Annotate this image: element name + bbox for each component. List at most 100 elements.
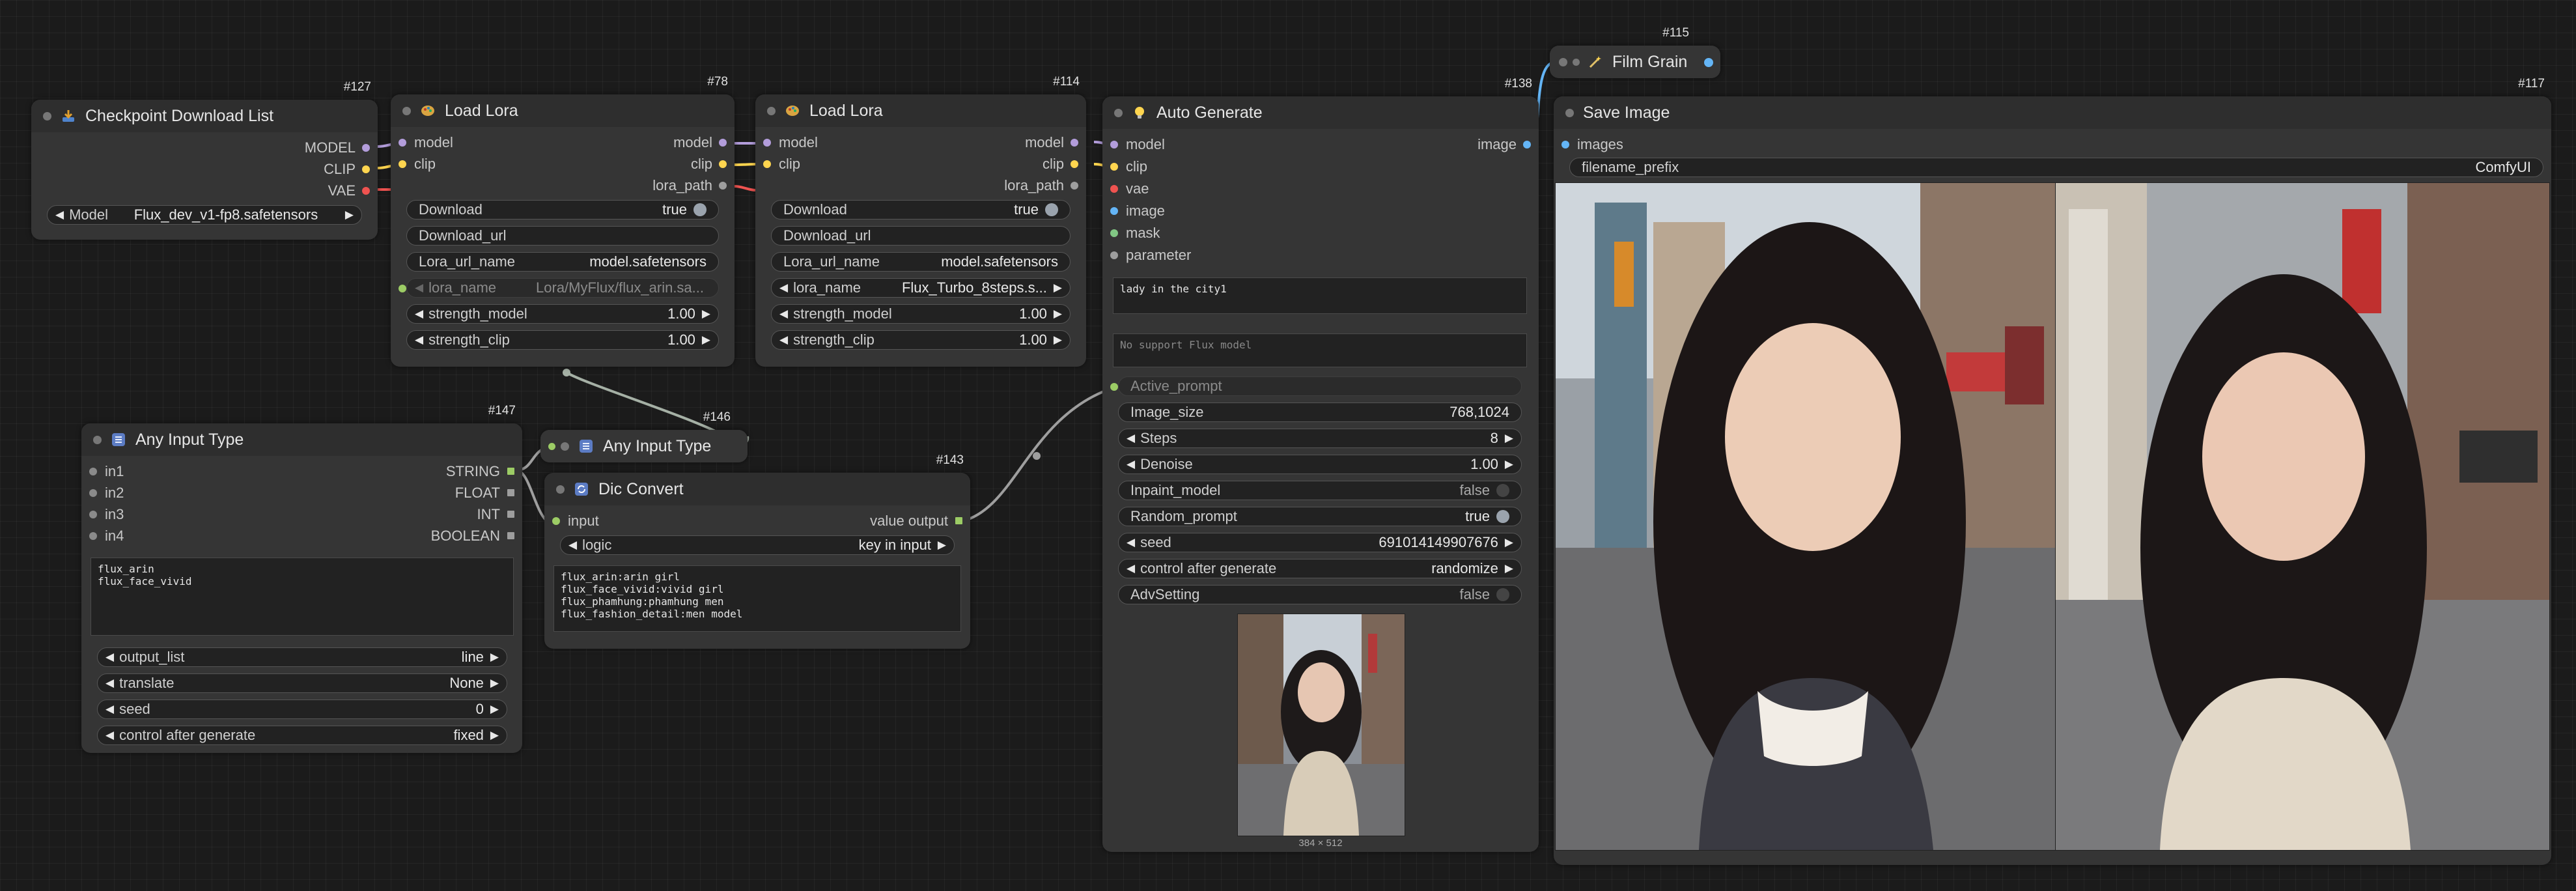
input-clip[interactable]: clip: [755, 154, 800, 175]
input-image[interactable]: image: [1102, 201, 1165, 221]
slot-dot-icon[interactable]: [1110, 251, 1118, 259]
arrow-right-icon[interactable]: ▶: [702, 307, 710, 320]
output-dot-icon[interactable]: [1703, 57, 1714, 68]
slot-grid-icon[interactable]: [507, 532, 514, 539]
node-load-lora-78[interactable]: #78 Load Lora model clip model clip lora…: [391, 75, 735, 367]
arrow-left-icon[interactable]: ◀: [55, 208, 64, 221]
output-clip[interactable]: CLIP: [324, 159, 378, 180]
input-vae[interactable]: vae: [1102, 178, 1149, 199]
collapse-dot-icon[interactable]: [767, 106, 776, 115]
arrow-left-icon[interactable]: ◀: [415, 307, 423, 320]
output-lora-path[interactable]: lora_path: [652, 175, 735, 196]
arrow-right-icon[interactable]: ▶: [702, 333, 710, 346]
preview-image[interactable]: [1237, 614, 1405, 836]
node-title-bar[interactable]: Load Lora: [391, 94, 735, 127]
arrow-left-icon[interactable]: ◀: [779, 333, 788, 346]
toggle-knob-icon[interactable]: [1045, 203, 1058, 216]
input-model[interactable]: model: [755, 132, 818, 153]
slot-dot-icon[interactable]: [719, 182, 727, 190]
node-any-input-146[interactable]: #146 Any Input Type: [540, 410, 748, 462]
output-float[interactable]: FLOAT: [455, 483, 522, 503]
arrow-left-icon[interactable]: ◀: [1127, 458, 1135, 471]
arrow-left-icon[interactable]: ◀: [105, 729, 114, 742]
toggle-knob-icon[interactable]: [693, 203, 707, 216]
node-title-bar[interactable]: Any Input Type: [81, 423, 522, 456]
output-model[interactable]: MODEL: [305, 137, 378, 158]
arrow-left-icon[interactable]: ◀: [105, 651, 114, 664]
collapse-dot-icon[interactable]: [561, 442, 569, 451]
collapse-dot-icon[interactable]: [1573, 58, 1580, 66]
strength-model-number[interactable]: ◀ strength_model 1.00 ▶: [406, 304, 719, 324]
slot-dot-icon[interactable]: [399, 160, 406, 168]
input-dot-icon[interactable]: [1559, 57, 1567, 66]
prompt-textarea[interactable]: lady in the city1: [1113, 277, 1527, 314]
arrow-right-icon[interactable]: ▶: [490, 677, 499, 690]
arrow-right-icon[interactable]: ▶: [1505, 562, 1513, 575]
steps-number[interactable]: ◀ Steps 8 ▶: [1118, 429, 1522, 448]
output-list-combo[interactable]: ◀ output_list line ▶: [97, 647, 507, 667]
collapse-dot-icon[interactable]: [402, 106, 411, 115]
arrow-left-icon[interactable]: ◀: [415, 333, 423, 346]
arrow-left-icon[interactable]: ◀: [105, 677, 114, 690]
slot-dot-icon[interactable]: [89, 489, 97, 497]
slot-dot-icon[interactable]: [362, 187, 370, 195]
node-title-bar[interactable]: Auto Generate: [1102, 96, 1539, 129]
denoise-number[interactable]: ◀ Denoise 1.00 ▶: [1118, 455, 1522, 474]
arrow-left-icon[interactable]: ◀: [1127, 562, 1135, 575]
negative-prompt-textarea[interactable]: No support Flux model: [1113, 333, 1527, 367]
node-title-bar[interactable]: Film Grain: [1550, 46, 1720, 78]
slot-grid-icon[interactable]: [507, 468, 514, 475]
control-after-generate-combo[interactable]: ◀ control after generate fixed ▶: [97, 726, 507, 745]
arrow-right-icon[interactable]: ▶: [1054, 333, 1062, 346]
output-lora-path[interactable]: lora_path: [1004, 175, 1086, 196]
arrow-right-icon[interactable]: ▶: [490, 703, 499, 716]
arrow-right-icon[interactable]: ▶: [490, 651, 499, 664]
download-url-field[interactable]: Download_url: [771, 226, 1071, 246]
adv-setting-toggle[interactable]: AdvSetting false: [1118, 585, 1522, 604]
node-title-bar[interactable]: Checkpoint Download List: [31, 100, 378, 132]
slot-dot-icon[interactable]: [89, 468, 97, 475]
slot-dot-icon[interactable]: [1110, 229, 1118, 237]
arrow-left-icon[interactable]: ◀: [105, 703, 114, 716]
output-vae[interactable]: VAE: [328, 180, 378, 201]
input-mask[interactable]: mask: [1102, 223, 1160, 244]
slot-dot-icon[interactable]: [1110, 163, 1118, 171]
input-model[interactable]: model: [391, 132, 453, 153]
lora-url-name-field[interactable]: Lora_url_name model.safetensors: [771, 252, 1071, 272]
input-clip[interactable]: clip: [391, 154, 436, 175]
input-clip[interactable]: clip: [1102, 156, 1147, 177]
arrow-right-icon[interactable]: ▶: [345, 208, 354, 221]
seed-number[interactable]: ◀ seed 0 ▶: [97, 700, 507, 719]
text-input-textarea[interactable]: flux_arin flux_face_vivid: [91, 558, 514, 636]
node-title-bar[interactable]: Load Lora: [755, 94, 1086, 127]
output-clip[interactable]: clip: [691, 154, 735, 175]
slot-grid-icon[interactable]: [507, 511, 514, 518]
slot-dot-icon[interactable]: [362, 144, 370, 152]
slot-dot-icon[interactable]: [89, 511, 97, 518]
slot-dot-icon[interactable]: [1110, 383, 1118, 391]
output-string[interactable]: STRING: [446, 461, 522, 482]
collapse-dot-icon[interactable]: [93, 435, 102, 444]
toggle-knob-icon[interactable]: [1496, 510, 1509, 523]
strength-clip-number[interactable]: ◀ strength_clip 1.00 ▶: [406, 330, 719, 350]
node-film-grain[interactable]: #115 Film Grain: [1550, 26, 1720, 78]
slot-grid-icon[interactable]: [955, 517, 962, 524]
output-int[interactable]: INT: [477, 504, 522, 525]
active-prompt-field[interactable]: Active_prompt: [1118, 376, 1522, 396]
output-clip[interactable]: clip: [1043, 154, 1086, 175]
input-model[interactable]: model: [1102, 134, 1165, 155]
slot-dot-icon[interactable]: [719, 160, 727, 168]
toggle-knob-icon[interactable]: [1496, 588, 1509, 601]
lora-name-combo[interactable]: ◀ lora_name Lora/MyFlux/flux_arin.sa...: [406, 278, 719, 298]
output-boolean[interactable]: BOOLEAN: [431, 526, 522, 546]
arrow-left-icon[interactable]: ◀: [415, 281, 423, 294]
input-input[interactable]: input: [544, 511, 599, 531]
slot-dot-icon[interactable]: [763, 160, 771, 168]
arrow-right-icon[interactable]: ▶: [1054, 307, 1062, 320]
arrow-right-icon[interactable]: ▶: [1054, 281, 1062, 294]
download-toggle[interactable]: Download true: [771, 200, 1071, 219]
arrow-right-icon[interactable]: ▶: [490, 729, 499, 742]
lora-url-name-field[interactable]: Lora_url_name model.safetensors: [406, 252, 719, 272]
node-title-bar[interactable]: Dic Convert: [544, 473, 970, 505]
input-dot-icon[interactable]: [548, 442, 555, 450]
